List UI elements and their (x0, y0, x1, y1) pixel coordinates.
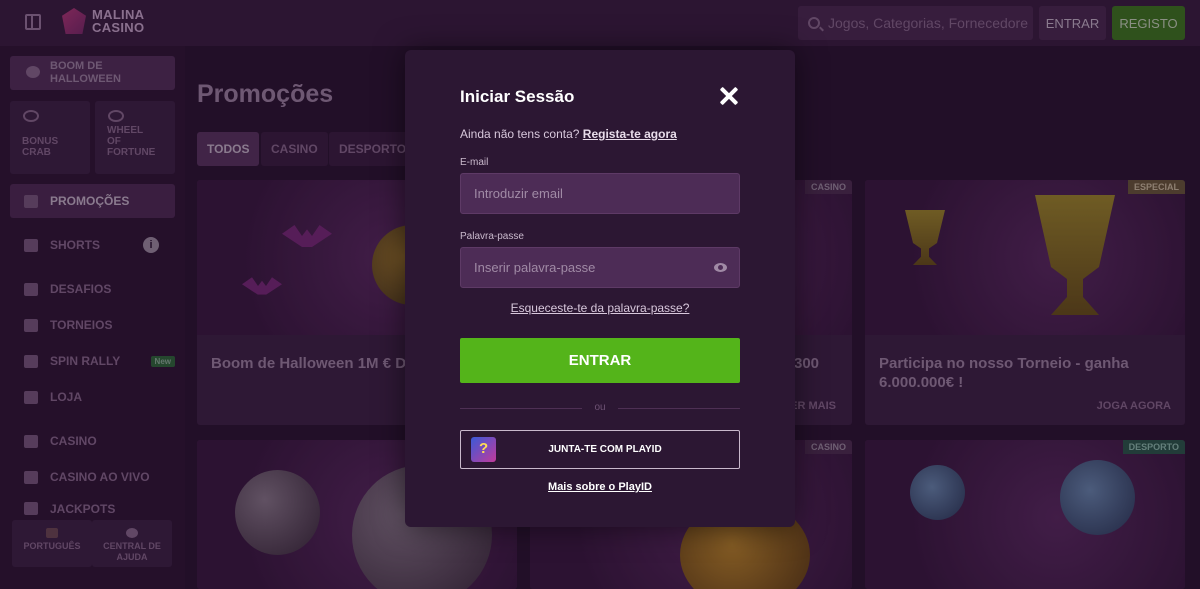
password-field[interactable] (461, 248, 739, 287)
signup-prompt: Ainda não tens conta? Regista-te agora (460, 127, 677, 141)
email-label: E-mail (460, 157, 489, 168)
playid-icon (471, 437, 496, 462)
forgot-password-link[interactable]: Esqueceste-te da palavra-passe? (405, 301, 795, 315)
divider-line (618, 408, 740, 409)
password-label: Palavra-passe (460, 231, 524, 242)
or-divider: ou (460, 402, 740, 414)
eye-icon[interactable] (714, 263, 727, 272)
close-icon[interactable] (719, 86, 739, 106)
modal-title: Iniciar Sessão (460, 87, 575, 106)
playid-button[interactable]: JUNTA-TE COM PLAYID (460, 430, 740, 469)
email-field-wrapper (460, 173, 740, 214)
more-about-playid-link[interactable]: Mais sobre o PlayID (405, 481, 795, 493)
signup-link[interactable]: Regista-te agora (583, 127, 677, 141)
playid-label: JUNTA-TE COM PLAYID (548, 444, 662, 455)
submit-login-button[interactable]: ENTRAR (460, 338, 740, 383)
email-field[interactable] (461, 174, 739, 213)
no-account-text: Ainda não tens conta? (460, 127, 580, 141)
login-modal: Iniciar Sessão Ainda não tens conta? Reg… (405, 50, 795, 527)
password-field-wrapper (460, 247, 740, 288)
